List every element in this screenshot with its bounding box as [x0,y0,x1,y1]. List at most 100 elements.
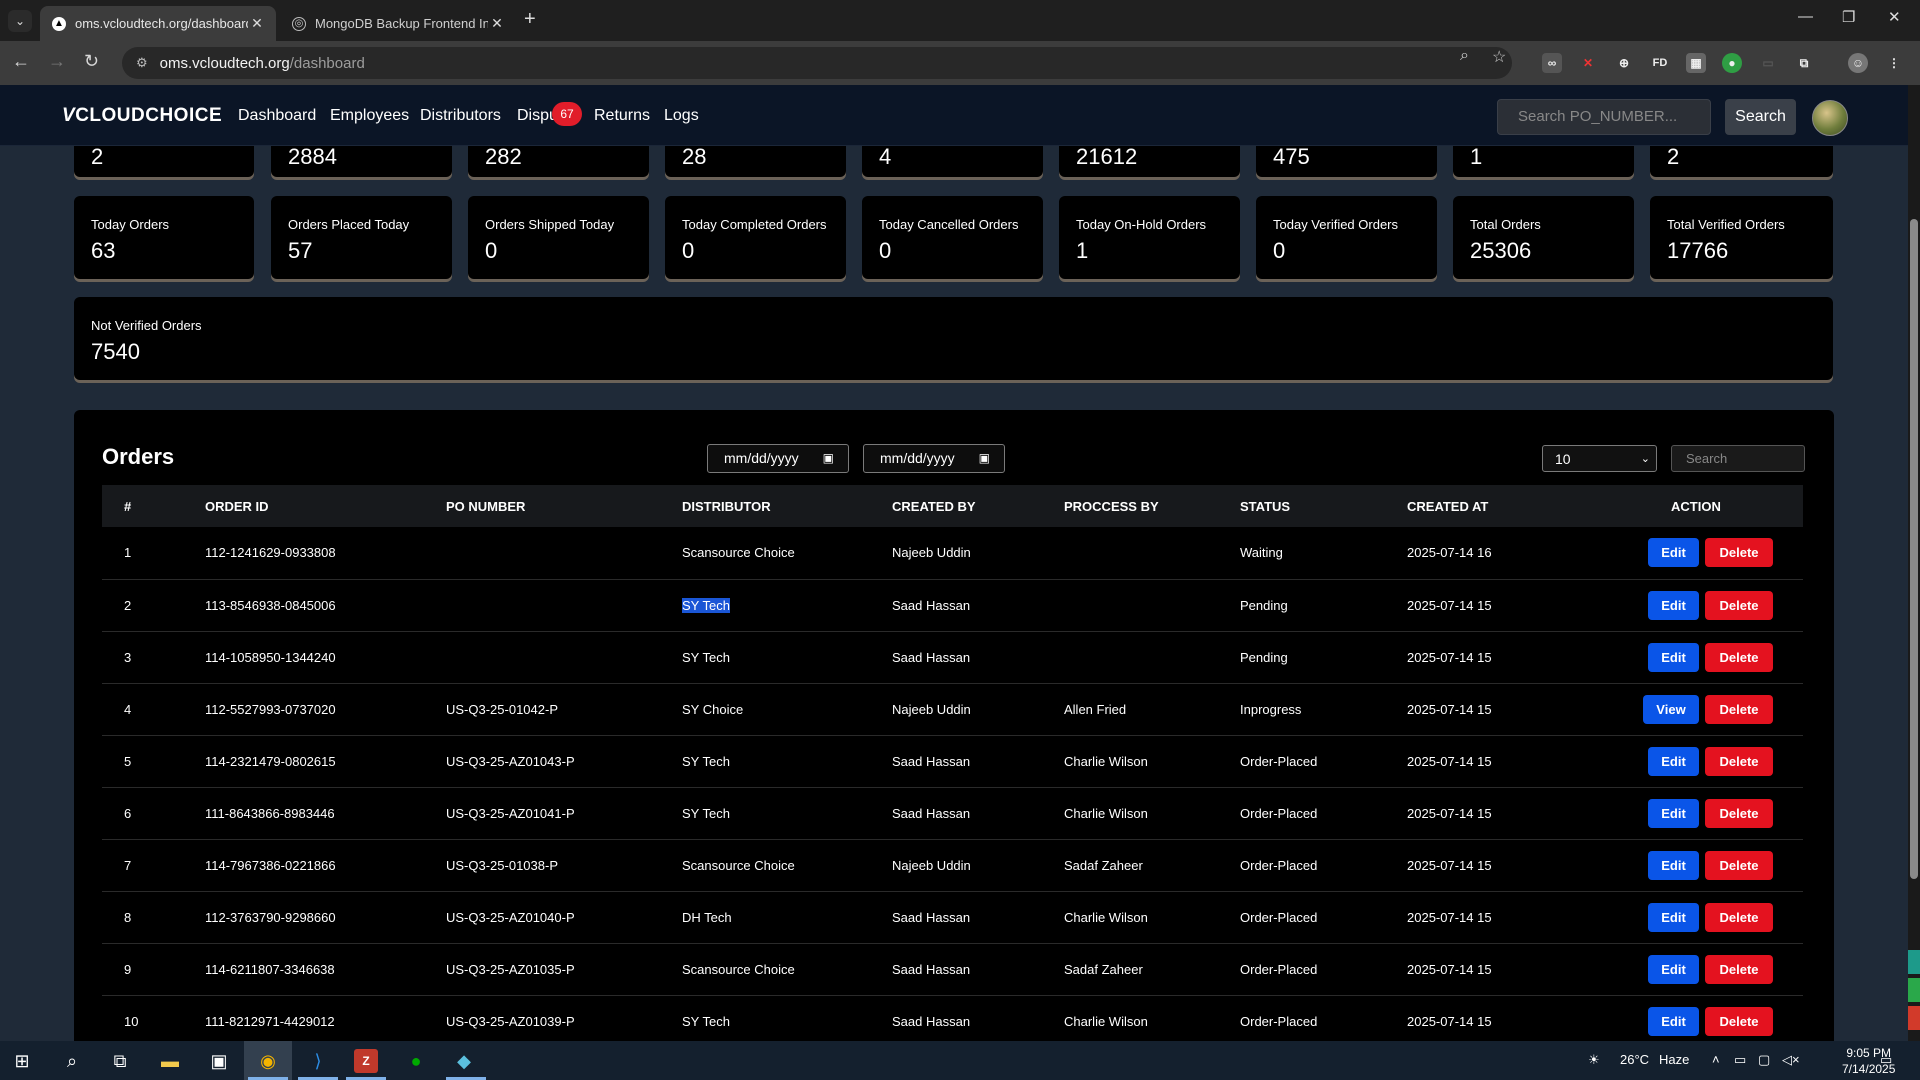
task-view-icon[interactable]: ⧉ [108,1049,132,1073]
extension-x-icon[interactable]: ✕ [1578,53,1598,73]
edit-button[interactable]: Edit [1648,798,1699,828]
table-search-input[interactable]: Search [1671,445,1805,472]
weather-temp[interactable]: 26°C [1620,1052,1649,1067]
delete-button[interactable]: Delete [1705,798,1773,828]
calendar-icon[interactable]: ▣ [979,445,990,472]
date-from-input[interactable]: mm/dd/yyyy ▣ [707,444,849,473]
browser-toolbar: ← → ↻ ⚙ oms.vcloudtech.org/dashboard ⌕ ☆… [0,41,1920,85]
chrome-icon[interactable]: ◉ [256,1049,280,1073]
po-number-cell: US-Q3-25-AZ01041-P [446,787,682,839]
edit-button[interactable]: Edit [1648,746,1699,776]
edit-button[interactable]: Edit [1648,642,1699,672]
weather-icon[interactable]: ☀ [1588,1052,1600,1068]
delete-button[interactable]: Delete [1705,590,1773,620]
cloudchoice-logo[interactable]: VCLOUDCHOICE [62,105,222,127]
zoom-icon[interactable]: ⌕ [1460,47,1469,65]
side-widget-teal[interactable] [1908,950,1920,974]
minimize-icon[interactable]: — [1798,8,1813,25]
date-to-input[interactable]: mm/dd/yyyy ▣ [863,444,1005,473]
search-icon[interactable]: ⌕ [60,1049,84,1073]
side-widget-green[interactable] [1908,978,1920,1002]
windows-start-icon[interactable]: ⊞ [10,1049,34,1073]
network-icon[interactable]: ▢ [1758,1052,1770,1068]
forward-icon[interactable]: → [48,51,66,72]
browser-menu-icon[interactable]: ⋮ [1884,53,1904,73]
edit-button[interactable]: Edit [1648,954,1699,984]
stat-card-today-verified: Today Verified Orders 0 [1256,196,1437,279]
restore-icon[interactable]: ❐ [1842,8,1855,26]
created-at-cell-text: 2025-07-14 15 [1407,649,1492,665]
reload-icon[interactable]: ↻ [84,51,99,72]
delete-button[interactable]: Delete [1705,850,1773,880]
app-diamond-icon[interactable]: ◆ [452,1049,476,1073]
delete-button[interactable]: Delete [1705,1006,1773,1036]
chat-app-icon[interactable]: Z [354,1049,378,1073]
battery-icon[interactable]: ▭ [1734,1052,1746,1068]
search-button[interactable]: Search [1725,99,1796,135]
site-info-icon[interactable]: ⚙ [136,55,148,71]
delete-button[interactable]: Delete [1705,538,1773,568]
user-avatar[interactable] [1812,100,1848,136]
profile-icon[interactable]: ☺ [1848,53,1868,73]
address-bar[interactable]: ⚙ oms.vcloudtech.org/dashboard [122,47,1512,79]
delete-button[interactable]: Delete [1705,642,1773,672]
nav-returns[interactable]: Returns [594,107,650,125]
close-tab-icon[interactable]: ✕ [248,15,266,32]
delete-button[interactable]: Delete [1705,902,1773,932]
nav-logs[interactable]: Logs [664,107,699,125]
order-id-cell: 114-7967386-0221866 [205,839,446,891]
delete-button[interactable]: Delete [1705,954,1773,984]
row-index: 2 [102,579,205,631]
extension-green-icon[interactable]: ● [1722,53,1742,73]
file-explorer-icon[interactable]: ▬ [158,1049,182,1073]
nav-dashboard[interactable]: Dashboard [238,107,316,125]
tab-search-icon[interactable]: ⌄ [8,10,32,32]
table-header-row: # ORDER ID PO NUMBER DISTRIBUTOR CREATED… [102,485,1803,527]
extension-image-icon[interactable]: ▦ [1686,53,1706,73]
stat-value: 2 [91,146,104,169]
row-index-text: 9 [124,961,132,977]
order-id-cell: 112-5527993-0737020 [205,683,446,735]
view-button[interactable]: View [1643,694,1699,724]
extension-fd-icon[interactable]: FD [1650,53,1670,73]
page-scrollbar[interactable] [1908,85,1920,1041]
orders-panel: Orders mm/dd/yyyy ▣ mm/dd/yyyy ▣ 10 ⌄ Searc… [74,410,1834,1041]
edit-button[interactable]: Edit [1648,1006,1699,1036]
close-window-icon[interactable]: ✕ [1888,8,1901,26]
side-widget-red[interactable] [1908,1006,1920,1030]
order-id-cell-text: 111-8212971-4429012 [205,1013,335,1029]
volume-mute-icon[interactable]: ◁× [1782,1052,1800,1068]
nav-distributors[interactable]: Distributors [420,107,501,125]
table-row: 5 114-2321479-0802615 US-Q3-25-AZ01043-P SY… [102,735,1803,787]
extension-glasses-icon[interactable]: ∞ [1542,53,1562,73]
order-id-cell: 113-8546938-0845006 [205,579,446,631]
extensions-puzzle-icon[interactable]: ⧉ [1794,53,1814,73]
store-icon[interactable]: ▣ [207,1049,231,1073]
close-tab-icon[interactable]: ✕ [488,15,506,32]
calendar-icon[interactable]: ▣ [823,445,834,472]
scrollbar-thumb[interactable] [1910,219,1918,879]
delete-button[interactable]: Delete [1705,694,1773,724]
orders-table: # ORDER ID PO NUMBER DISTRIBUTOR CREATED… [102,485,1803,1041]
tab-mongodb-backup[interactable]: ◎ MongoDB Backup Frontend Int ✕ [280,6,516,41]
po-number-search-input[interactable]: Search PO_NUMBER... [1497,99,1711,135]
created-by-cell: Najeeb Uddin [892,683,1064,735]
extension-globe-icon[interactable]: ⊕ [1614,53,1634,73]
notifications-icon[interactable]: ▭ [1880,1052,1892,1068]
tray-chevron-icon[interactable]: ˄ [1712,1052,1720,1067]
delete-button[interactable]: Delete [1705,746,1773,776]
tab-dashboard[interactable]: ▲ oms.vcloudtech.org/dashboard ✕ [40,6,276,41]
new-tab-icon[interactable]: + [524,8,536,31]
bookmark-star-icon[interactable]: ☆ [1492,47,1506,67]
weather-desc[interactable]: Haze [1659,1052,1689,1067]
page-size-select[interactable]: 10 ⌄ [1542,445,1657,472]
edit-button[interactable]: Edit [1648,538,1699,568]
edit-button[interactable]: Edit [1648,902,1699,932]
vscode-icon[interactable]: ⟩ [306,1049,330,1073]
extension-cast-icon[interactable]: ▭ [1758,53,1778,73]
mongodb-compass-icon[interactable]: ● [404,1049,428,1073]
nav-employees[interactable]: Employees [330,107,409,125]
edit-button[interactable]: Edit [1648,850,1699,880]
back-icon[interactable]: ← [12,51,30,72]
edit-button[interactable]: Edit [1648,590,1699,620]
